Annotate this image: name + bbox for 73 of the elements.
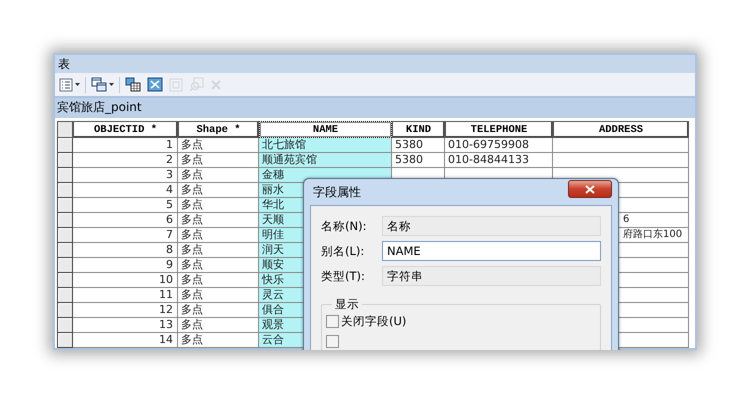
table-cell: 多点	[178, 153, 259, 168]
table-cell: 北七旅馆	[259, 138, 392, 153]
column-header[interactable]: NAME	[259, 121, 392, 138]
field-label: 别名(L):	[321, 244, 366, 258]
list-icon	[59, 78, 73, 92]
table-cell: 多点	[178, 183, 259, 198]
input-field[interactable]: NAME	[382, 241, 601, 261]
table-cell: 顺通苑宾馆	[259, 153, 392, 168]
zoom-icon	[189, 77, 204, 92]
table-cell: 010-84844133	[445, 153, 553, 168]
close-button[interactable]	[568, 180, 612, 198]
row-selector[interactable]	[57, 198, 73, 213]
clear-selection-icon	[169, 78, 183, 92]
table-cell: 13	[73, 318, 178, 333]
table-cell: 5	[73, 198, 178, 213]
table-cell: 5380	[392, 153, 445, 168]
table-cell: 11	[73, 288, 178, 303]
close-icon	[585, 184, 595, 194]
row-selector[interactable]	[57, 183, 73, 198]
delete-icon	[210, 78, 222, 91]
table-cell: 多点	[178, 198, 259, 213]
row-selector[interactable]	[57, 288, 73, 303]
row-selector[interactable]	[57, 243, 73, 258]
table-cell: 5380	[392, 138, 445, 153]
table-cell: 多点	[178, 288, 259, 303]
table-cell: 3	[73, 168, 178, 183]
row-selector[interactable]	[57, 318, 73, 333]
column-header[interactable]: ADDRESS	[553, 121, 689, 138]
input-field[interactable]: 字符串	[382, 266, 601, 286]
column-header[interactable]: OBJECTID *	[73, 121, 178, 138]
table-cell: 7	[73, 228, 178, 243]
table-cell: 多点	[178, 213, 259, 228]
window-title: 表	[58, 56, 70, 73]
table-cell: 12	[73, 303, 178, 318]
row-selector[interactable]	[57, 303, 73, 318]
corner-header	[57, 121, 73, 138]
table-cell: 多点	[178, 168, 259, 183]
row-selector[interactable]	[57, 228, 73, 243]
table-select-icon	[125, 77, 141, 92]
row-selector[interactable]	[57, 333, 73, 348]
table-cell: 9	[73, 258, 178, 273]
column-header[interactable]: TELEPHONE	[445, 121, 553, 138]
table-tab[interactable]: 宾馆旅店_point	[55, 98, 695, 118]
table-cell: 8	[73, 243, 178, 258]
table-cell: 1	[73, 138, 178, 153]
table-cell: 2	[73, 153, 178, 168]
table-cell: 6	[73, 213, 178, 228]
table-cell: 多点	[178, 333, 259, 348]
table-name: 宾馆旅店_point	[57, 99, 142, 116]
column-header[interactable]: Shape *	[178, 121, 259, 138]
table-cell: 4	[73, 183, 178, 198]
table-cell: 多点	[178, 303, 259, 318]
input-field[interactable]: 名称	[382, 216, 601, 236]
row-selector[interactable]	[57, 213, 73, 228]
table-cell: 多点	[178, 138, 259, 153]
tables-icon	[91, 77, 107, 92]
table-cell: 多点	[178, 243, 259, 258]
row-selector[interactable]	[57, 258, 73, 273]
table-cell: 多点	[178, 318, 259, 333]
table-cell: 多点	[178, 228, 259, 243]
row-selector[interactable]	[57, 138, 73, 153]
checkbox[interactable]	[326, 335, 339, 348]
dialog-title: 字段属性	[313, 184, 361, 200]
row-selector[interactable]	[57, 153, 73, 168]
table-cell: 多点	[178, 273, 259, 288]
table-cell: 10	[73, 273, 178, 288]
table-cell: 14	[73, 333, 178, 348]
row-selector[interactable]	[57, 168, 73, 183]
checkbox[interactable]	[326, 315, 339, 328]
column-header[interactable]: KIND	[392, 121, 445, 138]
table-cell: 010-69759908	[445, 138, 553, 153]
row-selector[interactable]	[57, 273, 73, 288]
table-cell: 多点	[178, 258, 259, 273]
